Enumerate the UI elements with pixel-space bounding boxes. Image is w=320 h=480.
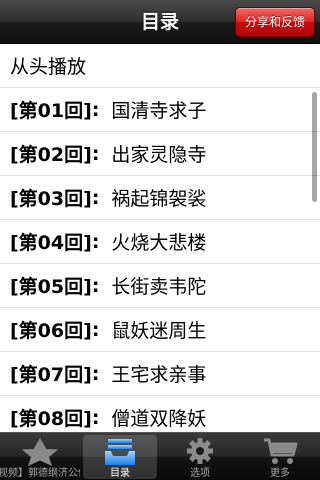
tab-bar: 视频】郭德纲济公传(上) 目录 <box>0 432 320 480</box>
star-icon <box>22 438 58 466</box>
chapter-title: 出家灵隐寺 <box>111 144 207 166</box>
chapter-number: [第04回] <box>10 232 92 254</box>
tab-label: 更多 <box>270 468 290 479</box>
chapter-separator: : <box>91 98 100 121</box>
share-feedback-button[interactable]: 分享和反馈 <box>235 7 315 37</box>
chapter-separator: : <box>91 274 100 297</box>
chapter-separator: : <box>91 406 100 429</box>
tab-options[interactable]: 选项 <box>160 433 240 480</box>
cart-icon <box>264 438 298 464</box>
chapter-row[interactable]: [第05回]: 长街卖韦陀 <box>0 264 320 308</box>
play-from-start-label: 从头播放 <box>10 56 87 78</box>
chapter-separator: : <box>91 230 100 253</box>
tab-more[interactable]: 更多 <box>240 433 320 480</box>
gear-icon <box>187 438 213 464</box>
chapter-row[interactable]: [第08回]: 僧道双降妖 <box>0 396 320 432</box>
chapter-separator: : <box>91 362 100 385</box>
scroll-indicator[interactable] <box>312 92 317 202</box>
chapter-number: [第05回] <box>10 276 92 298</box>
chapter-number: [第06回] <box>10 320 92 342</box>
navigation-bar: 目录 分享和反馈 <box>0 0 320 44</box>
chapter-title: 长街卖韦陀 <box>111 276 207 298</box>
chapter-row[interactable]: [第02回]: 出家灵隐寺 <box>0 132 320 176</box>
chapter-list[interactable]: 从头播放 [第01回]: 国清寺求子 [第02回]: 出家灵隐寺 [第03回]: 祸起… <box>0 44 320 432</box>
chapter-title: 祸起锦袈裟 <box>111 188 207 210</box>
chapter-title: 国清寺求子 <box>111 100 207 122</box>
inbox-tray-icon <box>105 439 135 465</box>
chapter-row[interactable]: [第01回]: 国清寺求子 <box>0 88 320 132</box>
chapter-title: 王宅求亲事 <box>111 364 207 386</box>
chapter-separator: : <box>91 142 100 165</box>
tab-label: 视频】郭德纲济公传(上) <box>0 468 80 479</box>
chapter-separator: : <box>91 186 100 209</box>
chapter-number: [第07回] <box>10 364 92 386</box>
chapter-title: 僧道双降妖 <box>111 408 207 430</box>
chapter-title: 鼠妖迷周生 <box>111 320 207 342</box>
chapter-row[interactable]: [第06回]: 鼠妖迷周生 <box>0 308 320 352</box>
tab-label: 目录 <box>110 468 130 479</box>
chapter-number: [第01回] <box>10 100 92 122</box>
tab-label: 选项 <box>190 468 210 479</box>
chapter-row[interactable]: [第04回]: 火烧大悲楼 <box>0 220 320 264</box>
chapter-number: [第08回] <box>10 408 92 430</box>
chapter-row[interactable]: [第07回]: 王宅求亲事 <box>0 352 320 396</box>
chapter-title: 火烧大悲楼 <box>111 232 207 254</box>
tab-contents[interactable]: 目录 <box>80 433 160 480</box>
chapter-separator: : <box>91 318 100 341</box>
chapter-number: [第03回] <box>10 188 92 210</box>
chapter-row[interactable]: [第03回]: 祸起锦袈裟 <box>0 176 320 220</box>
tab-favorites[interactable]: 视频】郭德纲济公传(上) <box>0 433 80 480</box>
chapter-number: [第02回] <box>10 144 92 166</box>
play-from-start-item[interactable]: 从头播放 <box>0 44 320 88</box>
